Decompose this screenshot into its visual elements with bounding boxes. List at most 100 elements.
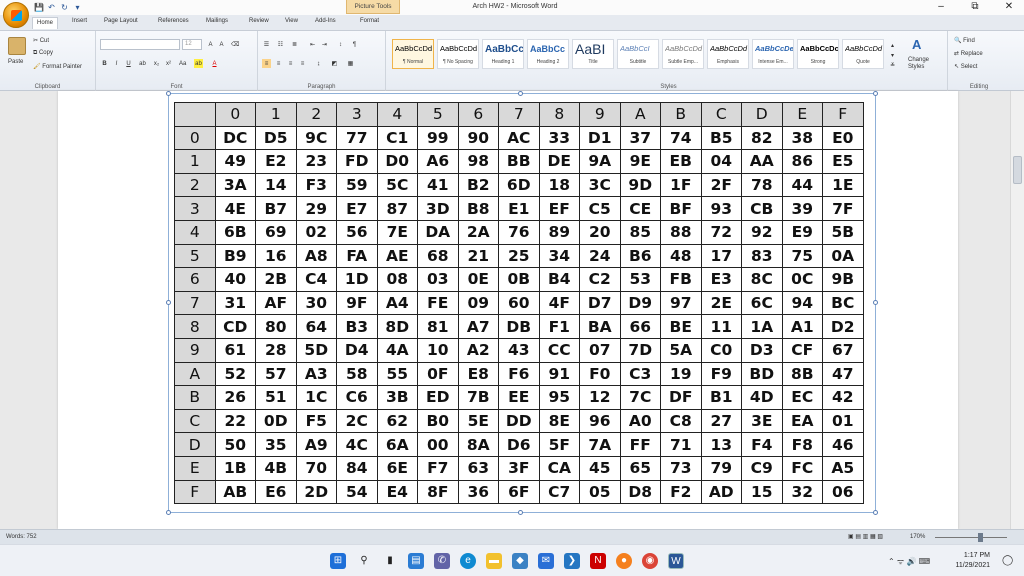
search-icon[interactable]: ⚲ (356, 553, 372, 569)
notification-icon[interactable]: ◯ (1002, 555, 1013, 566)
tab-format[interactable]: Format (360, 18, 379, 24)
vscode-icon[interactable]: ❯ (564, 553, 580, 569)
style-quote[interactable]: AaBbCcDd Quote (842, 39, 884, 69)
grow-font-icon[interactable]: A (206, 40, 215, 49)
zoom-slider[interactable] (935, 537, 1007, 538)
underline-button[interactable]: U (124, 59, 133, 68)
change-case-icon[interactable]: Aa (178, 59, 187, 68)
find-button[interactable]: 🔍 Find (954, 37, 975, 44)
styles-more-icon[interactable]: ≚ (888, 61, 897, 70)
tab-insert[interactable]: Insert (72, 18, 87, 24)
resize-handle[interactable] (166, 510, 171, 515)
word-count[interactable]: Words: 752 (6, 534, 37, 540)
sort-icon[interactable]: ↕ (336, 40, 345, 49)
align-right-icon[interactable]: ≡ (286, 59, 295, 68)
font-color-icon[interactable]: A (210, 59, 219, 68)
office-button[interactable] (3, 2, 29, 28)
align-center-icon[interactable]: ≡ (274, 59, 283, 68)
tab-review[interactable]: Review (249, 18, 269, 24)
borders-icon[interactable]: ▦ (346, 59, 355, 68)
resize-handle[interactable] (518, 510, 523, 515)
justify-icon[interactable]: ≡ (298, 59, 307, 68)
zoom-slider-thumb[interactable] (978, 533, 983, 542)
bullets-icon[interactable]: ☰ (262, 40, 271, 49)
tab-references[interactable]: References (158, 18, 189, 24)
style-heading-1[interactable]: AaBbCc Heading 1 (482, 39, 524, 69)
resize-handle[interactable] (873, 510, 878, 515)
numbering-icon[interactable]: ☷ (276, 40, 285, 49)
resize-handle[interactable] (873, 300, 878, 305)
styles-scroll-up-icon[interactable]: ▴ (888, 41, 897, 50)
scrollbar-thumb[interactable] (1013, 156, 1022, 184)
style-subtitle[interactable]: AaBbCcI Subtitle (617, 39, 659, 69)
style-heading-2[interactable]: AaBbCc Heading 2 (527, 39, 569, 69)
font-name-combo[interactable] (100, 39, 180, 50)
resize-handle[interactable] (166, 300, 171, 305)
zoom-level[interactable]: 170% (910, 534, 925, 540)
file-explorer-icon[interactable]: ▬ (486, 553, 502, 569)
decrease-indent-icon[interactable]: ⇤ (308, 40, 317, 49)
resize-handle[interactable] (166, 91, 171, 96)
superscript-icon[interactable]: x² (164, 59, 173, 68)
shading-icon[interactable]: ◩ (330, 59, 339, 68)
styles-scroll-down-icon[interactable]: ▾ (888, 51, 897, 60)
view-buttons[interactable]: ▣ ▤ ▥ ▦ ▧ (848, 533, 883, 540)
undo-icon[interactable]: ↶ (47, 3, 56, 12)
change-styles-button[interactable]: A Change Styles (904, 37, 944, 77)
firefox-icon[interactable]: ● (616, 553, 632, 569)
resize-handle[interactable] (518, 91, 523, 96)
tab-home[interactable]: Home (32, 17, 59, 29)
style-strong[interactable]: AaBbCcDc Strong (797, 39, 839, 69)
strikethrough-icon[interactable]: ab (138, 59, 147, 68)
task-view-icon[interactable]: ▮ (382, 553, 398, 569)
bold-button[interactable]: B (100, 59, 109, 68)
multilevel-list-icon[interactable]: ≣ (290, 40, 299, 49)
teams-icon[interactable]: ✆ (434, 553, 450, 569)
style-intense-emphasis[interactable]: AaBbCcDe Intense Em... (752, 39, 794, 69)
paste-button[interactable]: Paste (8, 59, 23, 65)
cut-button[interactable]: ✂ Cut (33, 37, 49, 44)
line-spacing-icon[interactable]: ↨ (314, 59, 323, 68)
tab-page-layout[interactable]: Page Layout (104, 18, 138, 24)
redo-icon[interactable]: ↻ (60, 3, 69, 12)
start-icon[interactable]: ⊞ (330, 553, 346, 569)
widgets-icon[interactable]: ▤ (408, 553, 424, 569)
replace-button[interactable]: ⇄ Replace (954, 50, 983, 57)
table-cell: BF (660, 196, 702, 221)
clear-format-icon[interactable]: ⌫ (230, 40, 239, 49)
tab-view[interactable]: View (285, 18, 298, 24)
save-icon[interactable]: 💾 (34, 3, 44, 12)
vertical-scrollbar[interactable] (1010, 91, 1024, 529)
resize-handle[interactable] (873, 91, 878, 96)
minimize-button[interactable]: – (928, 0, 954, 14)
restore-button[interactable]: ⧉ (962, 0, 988, 14)
style-emphasis[interactable]: AaBbCcDd Emphasis (707, 39, 749, 69)
subscript-icon[interactable]: x₂ (152, 59, 161, 68)
customize-qat-icon[interactable]: ▾ (73, 3, 82, 12)
font-size-combo[interactable]: 12 (182, 39, 202, 50)
mail-icon[interactable]: ✉ (538, 553, 554, 569)
italic-button[interactable]: I (112, 59, 121, 68)
style-title[interactable]: AaBI Title (572, 39, 614, 69)
store-icon[interactable]: ◆ (512, 553, 528, 569)
style-no-spacing[interactable]: AaBbCcDd ¶ No Spacing (437, 39, 479, 69)
style-subtle-emphasis[interactable]: AaBbCcDd Subtle Emp... (662, 39, 704, 69)
format-painter-button[interactable]: 🖌 Format Painter (33, 63, 82, 70)
show-marks-icon[interactable]: ¶ (350, 40, 359, 49)
netflix-icon[interactable]: N (590, 553, 606, 569)
chrome-icon[interactable]: ◉ (642, 553, 658, 569)
highlight-color-icon[interactable]: ab (194, 59, 203, 68)
edge-icon[interactable]: e (460, 553, 476, 569)
style-normal[interactable]: AaBbCcDd ¶ Normal (392, 39, 434, 69)
close-button[interactable]: ✕ (996, 0, 1022, 14)
increase-indent-icon[interactable]: ⇥ (320, 40, 329, 49)
shrink-font-icon[interactable]: A (217, 40, 226, 49)
word-icon[interactable]: W (668, 553, 684, 569)
tab-add-ins[interactable]: Add-Ins (315, 18, 336, 24)
copy-button[interactable]: ⧉ Copy (33, 50, 53, 57)
align-left-icon[interactable]: ≡ (262, 59, 271, 68)
system-clock[interactable]: 1:17 PM 11/29/2021 (955, 551, 990, 571)
select-button[interactable]: ↖ Select (954, 63, 977, 70)
tab-mailings[interactable]: Mailings (206, 18, 228, 24)
system-tray-icons[interactable]: ⌃ ᯤ 🔊 ⌨ (888, 556, 930, 567)
